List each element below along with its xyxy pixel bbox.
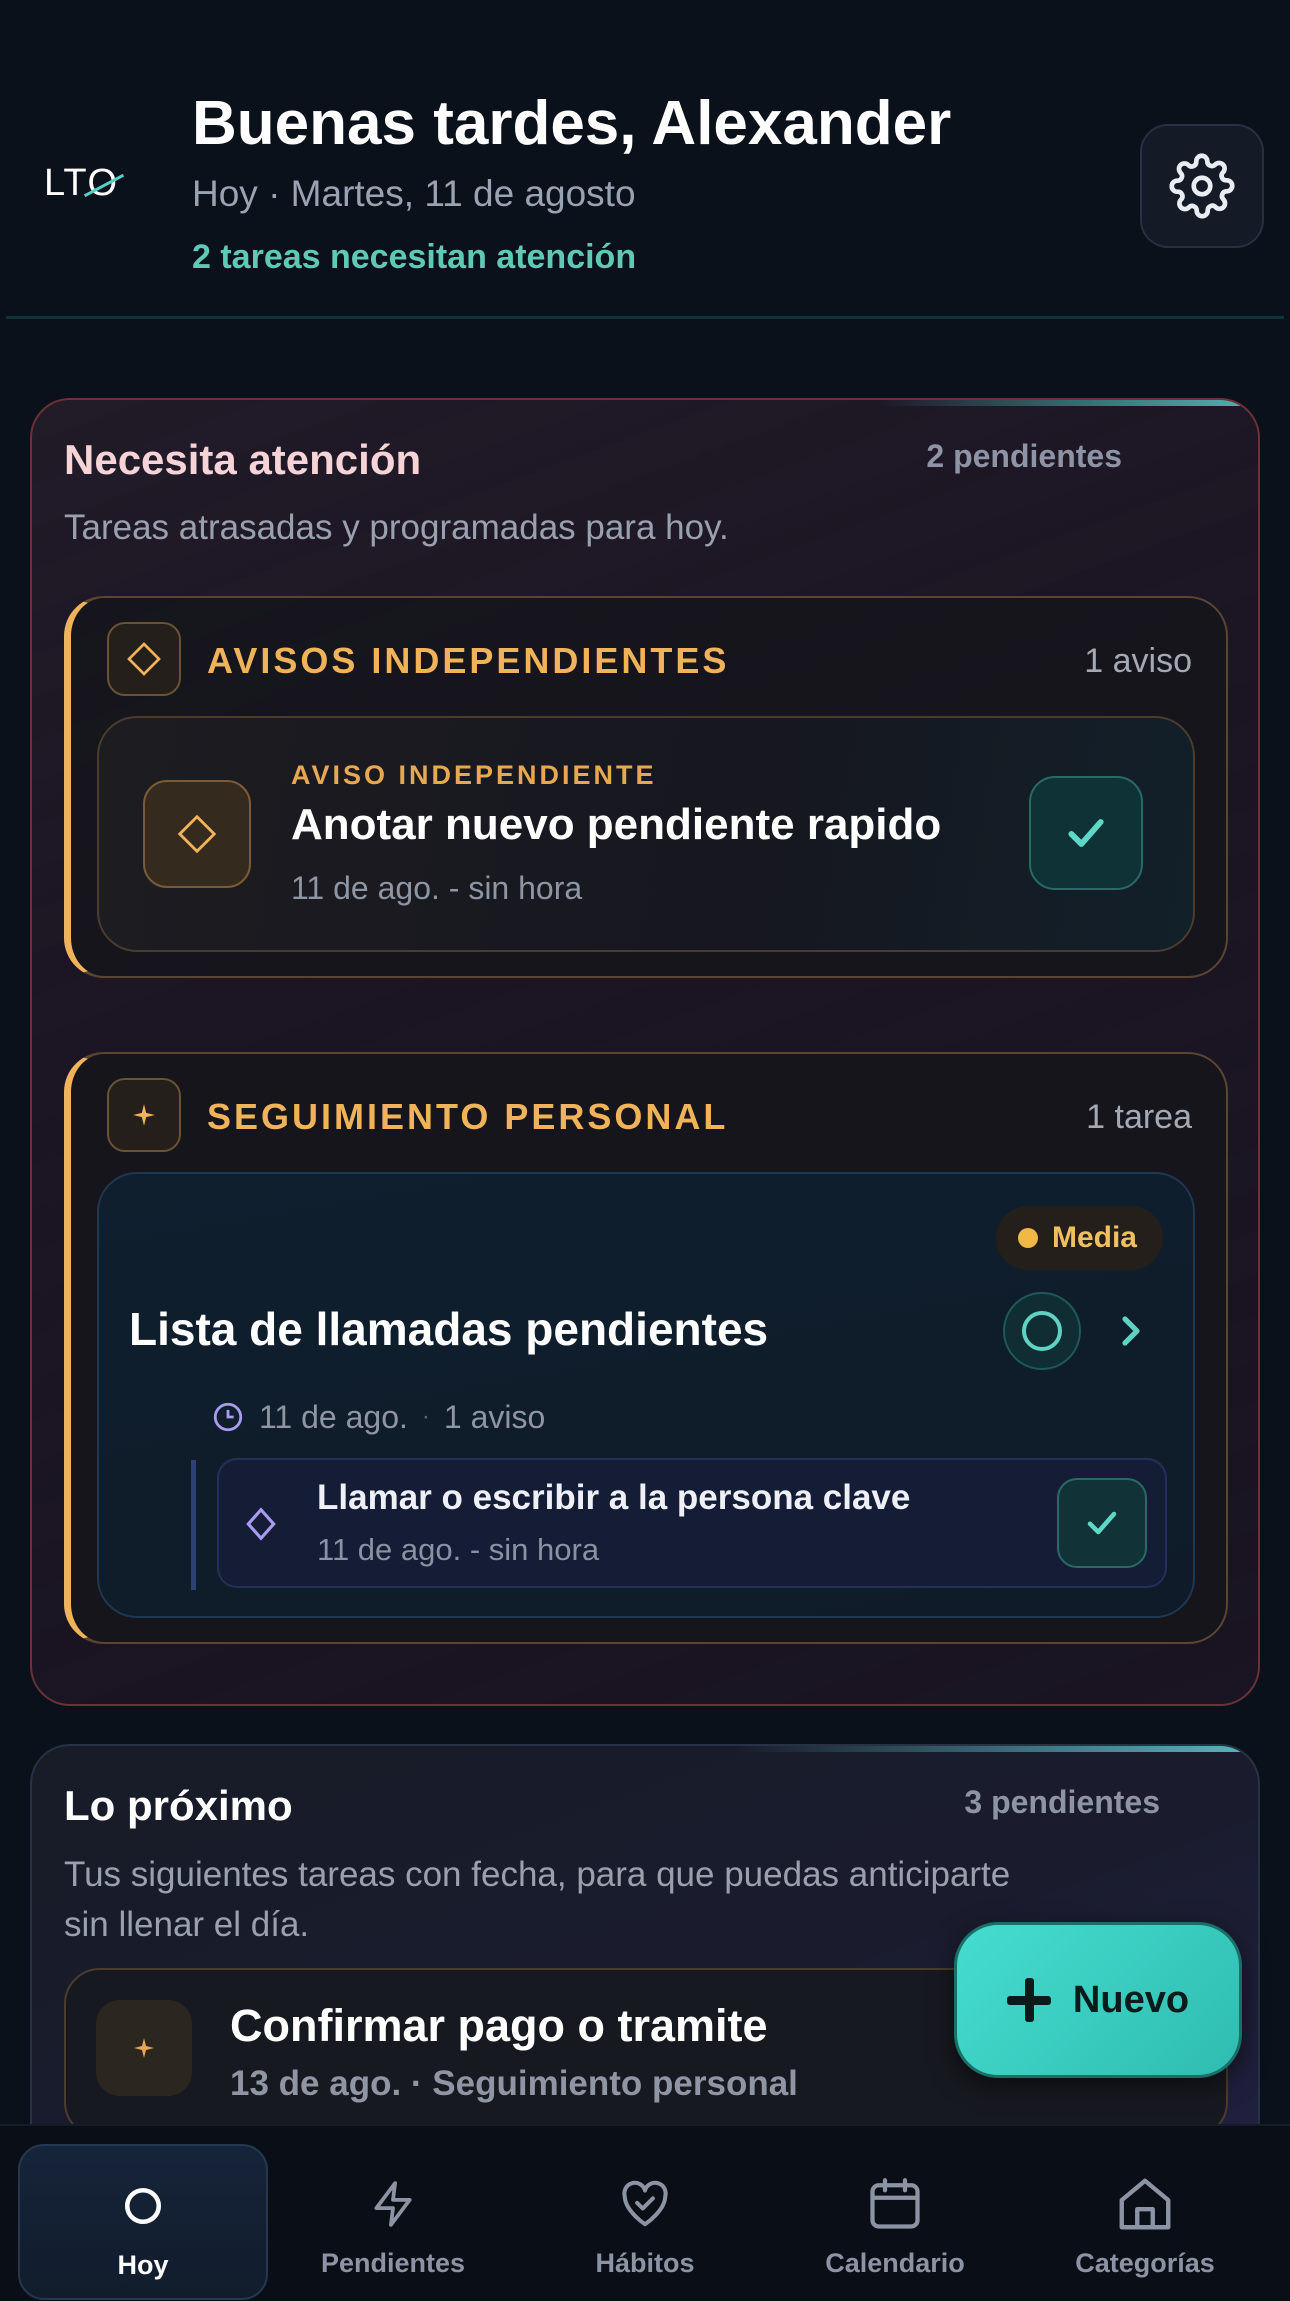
nav-tab-calendario[interactable]: Calendario (770, 2144, 1020, 2300)
circle-icon (1022, 1311, 1062, 1351)
priority-dot (1017, 1228, 1038, 1248)
seguimiento-group-title: SEGUIMIENTO PERSONAL (207, 1096, 729, 1137)
next-subtitle: Tus siguientes tareas con fecha, para qu… (64, 1855, 1011, 1944)
nav-tab-pendientes[interactable]: Pendientes (268, 2144, 518, 2300)
seguimiento-group-count: 1 tarea (1086, 1098, 1192, 1136)
priority-badge: Media (995, 1206, 1163, 1270)
avisos-group-title: AVISOS INDEPENDIENTES (207, 640, 730, 681)
clock-icon (213, 1402, 243, 1432)
diamond-icon (239, 1502, 283, 1546)
avisos-group: AVISOS INDEPENDIENTES 1 aviso AVISO INDE… (64, 596, 1228, 978)
heart-check-icon (622, 2180, 668, 2227)
task-avisos-count: 1 aviso (443, 1398, 546, 1435)
task-date: 11 de ago. (259, 1398, 408, 1435)
attention-summary[interactable]: 2 tareas necesitan atención (192, 238, 636, 277)
task-meta: 11 de ago. · 1 aviso (211, 1394, 545, 1440)
subtask-item[interactable]: Llamar o escribir a la persona clave 11 … (217, 1458, 1167, 1588)
expand-task-button[interactable] (1111, 1306, 1151, 1356)
attention-subtitle: Tareas atrasadas y programadas para hoy. (64, 508, 729, 547)
subtask-meta: 11 de ago. - sin hora (317, 1532, 600, 1567)
next-task-title: Confirmar pago o tramite (230, 2000, 768, 2051)
bolt-icon (374, 2181, 412, 2227)
bottom-nav: Hoy Pendientes Hábitos Calendario Catego… (0, 2124, 1290, 2301)
home-icon (1119, 2178, 1171, 2230)
next-count: 3 pendientes (964, 1784, 1160, 1820)
meta-separator: · (421, 1403, 430, 1430)
nav-tab-hoy[interactable]: Hoy (18, 2144, 268, 2300)
chevron-right-icon (1122, 1316, 1140, 1346)
date-line: Hoy · Martes, 11 de agosto (192, 173, 636, 214)
header: LTO Buenas tardes, Alexander Hoy · Marte… (0, 0, 1290, 320)
nav-label-categorias: Categorías (1075, 2248, 1215, 2278)
header-divider (6, 316, 1284, 319)
aviso-kicker: AVISO INDEPENDIENTE (291, 760, 657, 790)
aviso-item[interactable]: AVISO INDEPENDIENTE Anotar nuevo pendien… (97, 716, 1195, 952)
complete-aviso-button[interactable] (1029, 776, 1143, 890)
aviso-meta: 11 de ago. - sin hora (291, 870, 583, 906)
nav-label-hoy: Hoy (117, 2250, 169, 2280)
diamond-icon (107, 622, 181, 696)
sparkle-icon (107, 1078, 181, 1152)
task-card[interactable]: Media Lista de llamadas pendientes 11 de… (97, 1172, 1195, 1618)
greeting-title: Buenas tardes, Alexander (192, 89, 952, 158)
next-task-meta: 13 de ago. · Seguimiento personal (230, 2064, 798, 2103)
seguimiento-group: SEGUIMIENTO PERSONAL 1 tarea Media Lista… (64, 1052, 1228, 1644)
task-title: Lista de llamadas pendientes (129, 1303, 769, 1355)
priority-label: Media (1051, 1221, 1137, 1254)
nav-tab-categorias[interactable]: Categorías (1020, 2144, 1270, 2300)
diamond-icon (143, 780, 251, 888)
nav-label-pendientes: Pendientes (320, 2248, 466, 2278)
new-task-button[interactable]: Nuevo (954, 1922, 1242, 2078)
next-title: Lo próximo (64, 1782, 293, 1829)
subitem-indent-bar (191, 1460, 196, 1590)
nav-label-calendario: Calendario (825, 2248, 965, 2278)
circle-icon (124, 2187, 162, 2225)
attention-count: 2 pendientes (926, 438, 1122, 474)
check-icon (1068, 819, 1104, 847)
plus-icon (1006, 1978, 1051, 2022)
new-task-label: Nuevo (1072, 1978, 1190, 2021)
app-logo: LTO (44, 162, 119, 204)
nav-label-habitos: Hábitos (595, 2248, 695, 2278)
complete-task-button[interactable] (1003, 1292, 1081, 1370)
complete-subtask-button[interactable] (1057, 1478, 1147, 1568)
attention-title: Necesita atención (64, 436, 422, 483)
avisos-group-count: 1 aviso (1084, 642, 1192, 680)
sparkle-icon (96, 2000, 192, 2096)
subtask-title: Llamar o escribir a la persona clave (317, 1478, 911, 1517)
aviso-title: Anotar nuevo pendiente rapido (291, 800, 942, 849)
settings-button[interactable] (1140, 124, 1264, 248)
gear-icon (1169, 153, 1235, 219)
nav-tab-habitos[interactable]: Hábitos (520, 2144, 770, 2300)
check-icon (1087, 1511, 1117, 1535)
attention-card: Necesita atención 2 pendientes Tareas at… (30, 398, 1260, 1706)
calendar-icon (870, 2178, 920, 2229)
